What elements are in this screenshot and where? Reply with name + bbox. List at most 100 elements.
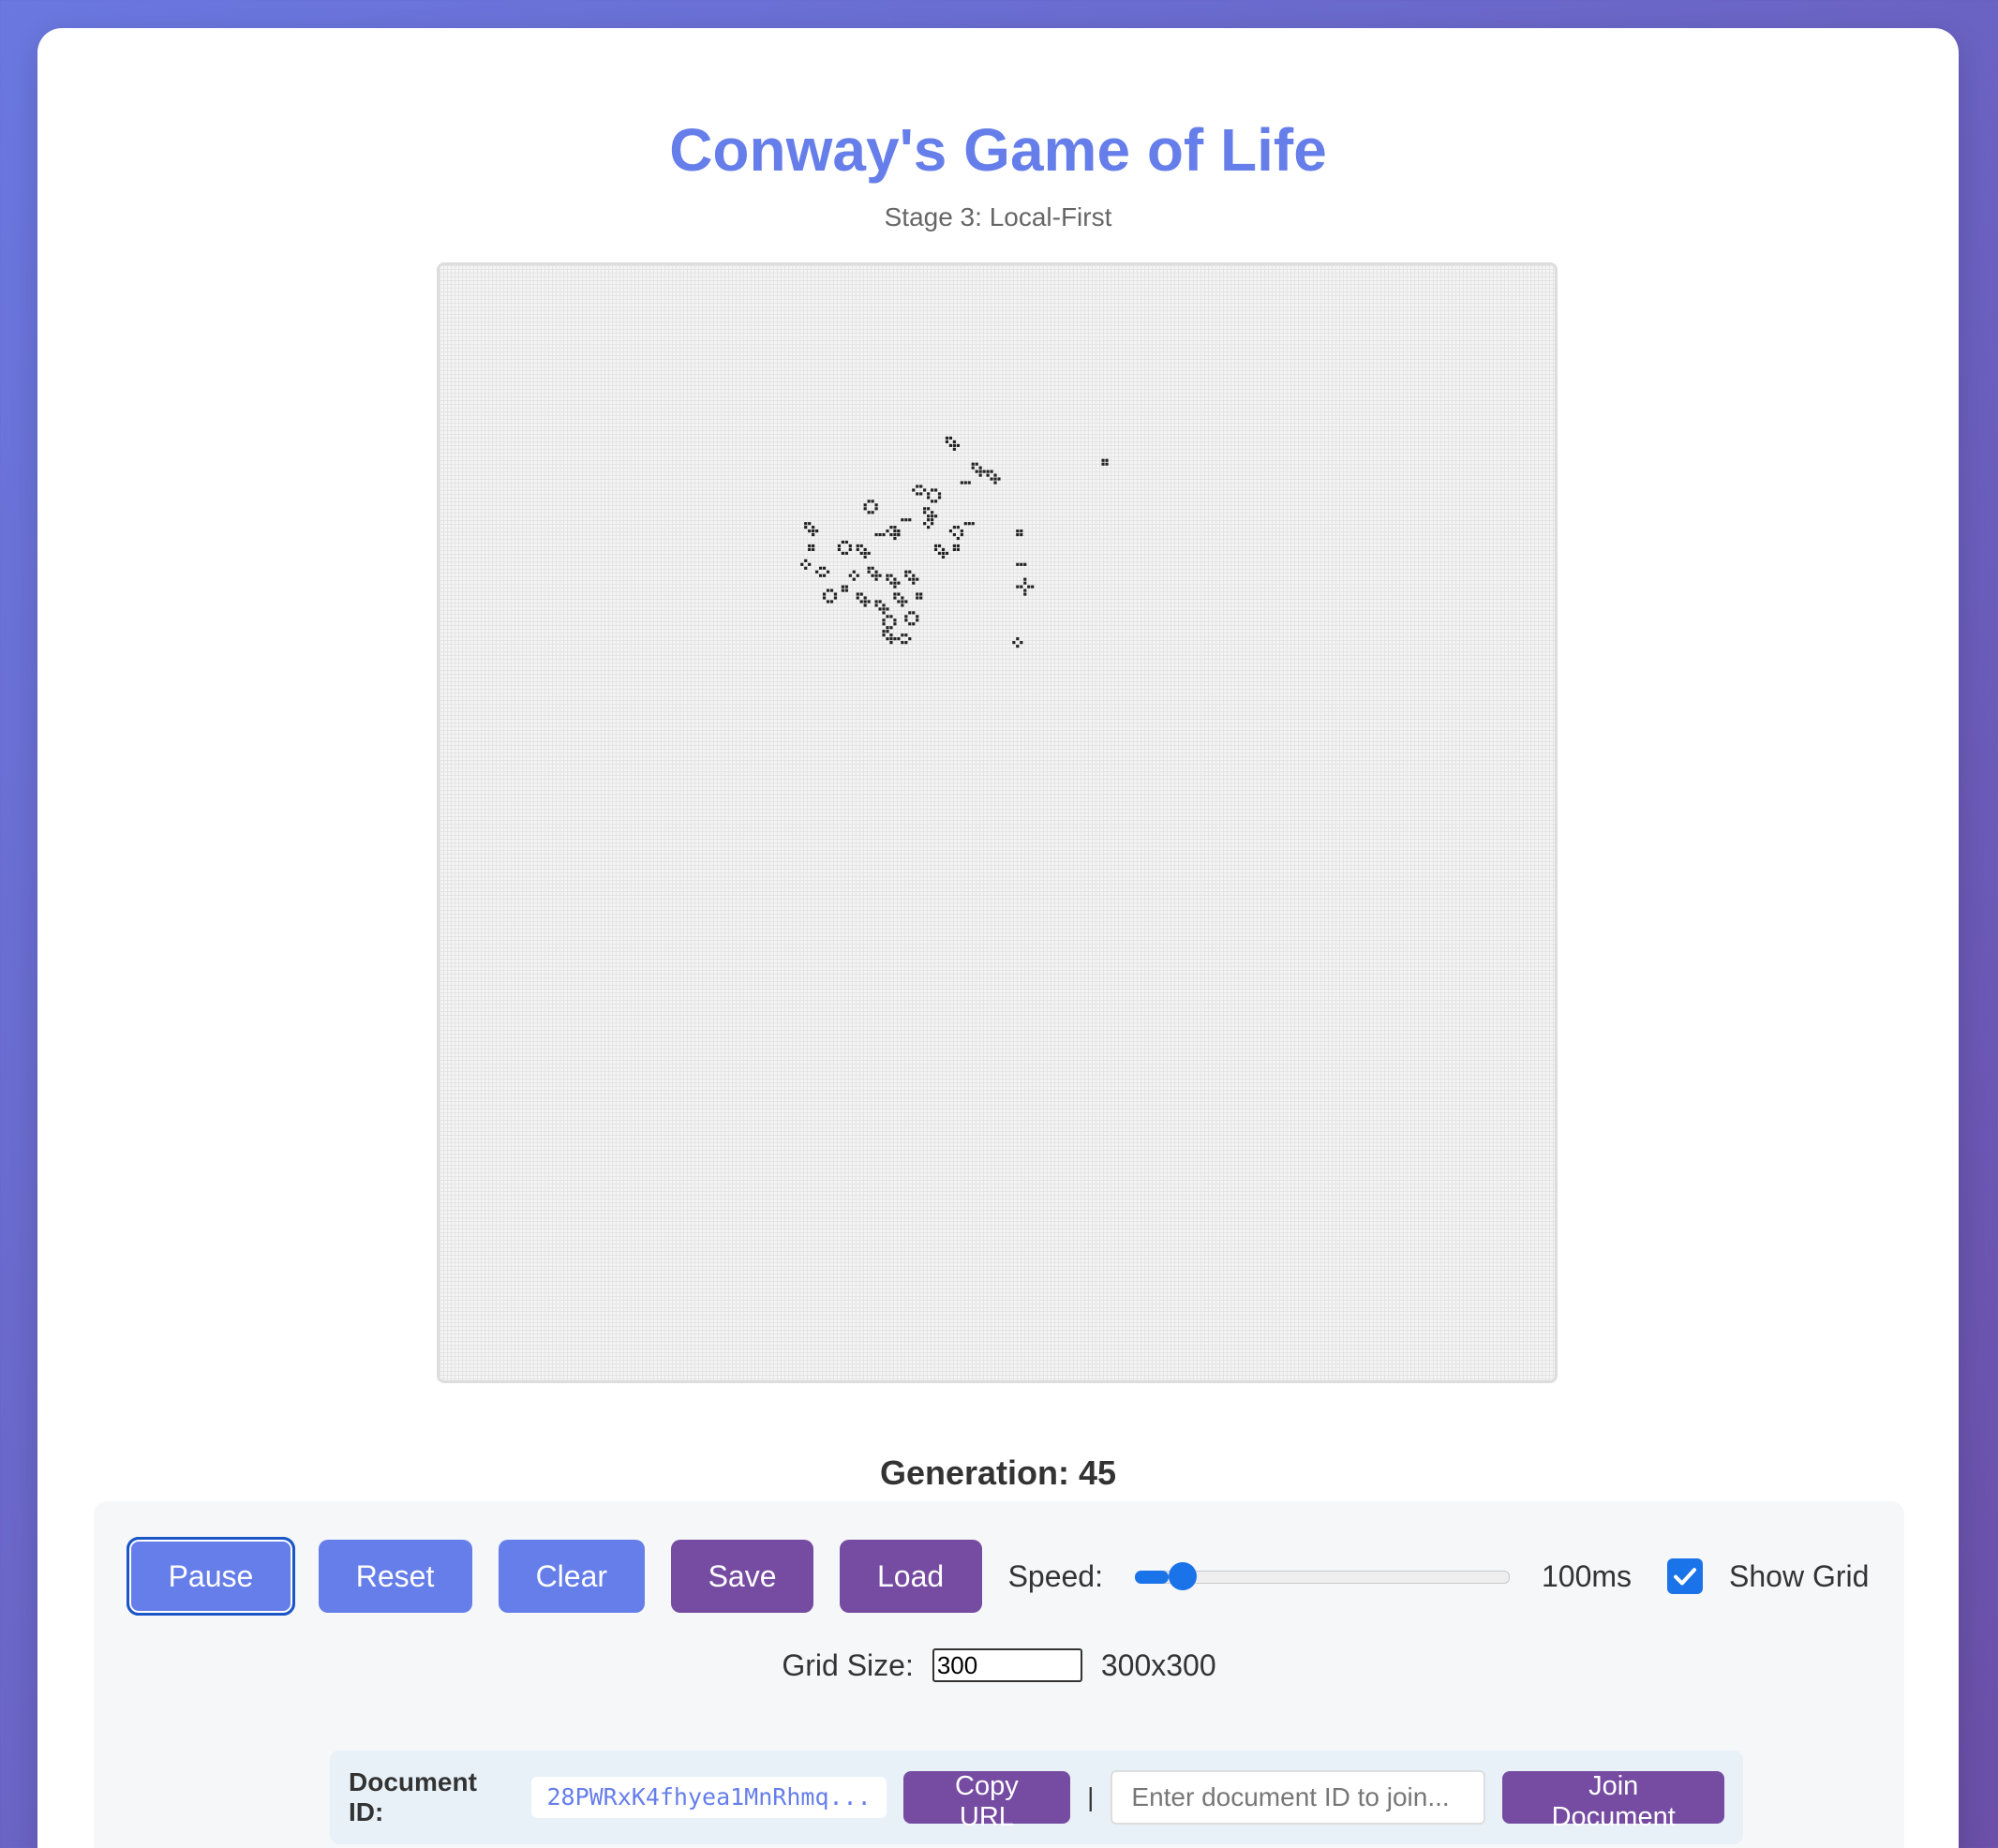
- live-cell[interactable]: [916, 592, 919, 596]
- live-cell[interactable]: [908, 577, 912, 581]
- live-cell[interactable]: [889, 526, 893, 529]
- clear-button[interactable]: Clear: [498, 1540, 645, 1613]
- live-cell[interactable]: [878, 574, 882, 577]
- live-cell[interactable]: [863, 507, 867, 511]
- live-cell[interactable]: [867, 570, 871, 574]
- live-cell[interactable]: [893, 585, 897, 589]
- live-cell[interactable]: [871, 499, 874, 503]
- live-cell[interactable]: [837, 544, 842, 548]
- live-cell[interactable]: [889, 574, 893, 577]
- join-document-button[interactable]: Join Document: [1502, 1771, 1725, 1832]
- join-document-input[interactable]: [1111, 1770, 1486, 1825]
- save-button[interactable]: Save: [670, 1540, 813, 1613]
- live-cell[interactable]: [960, 529, 963, 533]
- live-cell[interactable]: [927, 526, 931, 529]
- live-cell[interactable]: [952, 526, 956, 529]
- live-cell[interactable]: [886, 615, 889, 618]
- live-cell[interactable]: [889, 581, 893, 585]
- live-cell[interactable]: [1016, 585, 1020, 589]
- live-cell[interactable]: [1020, 532, 1023, 537]
- live-cell[interactable]: [893, 529, 897, 533]
- live-cell[interactable]: [933, 514, 938, 518]
- live-cell[interactable]: [916, 484, 919, 488]
- live-cell[interactable]: [863, 503, 867, 507]
- live-cell[interactable]: [960, 532, 963, 537]
- live-cell[interactable]: [812, 526, 815, 529]
- live-cell[interactable]: [927, 514, 931, 518]
- live-cell[interactable]: [882, 607, 886, 611]
- live-cell[interactable]: [856, 544, 859, 548]
- live-cell[interactable]: [886, 630, 889, 633]
- live-cell[interactable]: [919, 484, 923, 488]
- live-cell[interactable]: [859, 600, 863, 604]
- live-cell[interactable]: [960, 481, 963, 484]
- live-cell[interactable]: [833, 592, 838, 596]
- live-cell[interactable]: [844, 540, 848, 544]
- live-cell[interactable]: [804, 559, 808, 562]
- live-cell[interactable]: [800, 562, 804, 566]
- live-cell[interactable]: [1031, 585, 1035, 589]
- live-cell[interactable]: [808, 562, 812, 566]
- live-cell[interactable]: [927, 492, 931, 496]
- live-cell[interactable]: [848, 547, 852, 552]
- live-cell[interactable]: [893, 536, 897, 541]
- live-cell[interactable]: [822, 596, 827, 600]
- live-cell[interactable]: [993, 481, 997, 484]
- live-cell[interactable]: [841, 540, 844, 544]
- live-cell[interactable]: [971, 466, 975, 469]
- live-cell[interactable]: [941, 547, 946, 552]
- live-cell[interactable]: [1012, 641, 1016, 645]
- live-cell[interactable]: [893, 637, 897, 641]
- live-cell[interactable]: [1105, 458, 1109, 462]
- live-cell[interactable]: [923, 522, 927, 526]
- live-cell[interactable]: [916, 615, 919, 618]
- live-cell[interactable]: [859, 544, 863, 548]
- live-cell[interactable]: [871, 574, 874, 577]
- live-cell[interactable]: [829, 600, 834, 604]
- live-cell[interactable]: [1101, 458, 1105, 462]
- live-cell[interactable]: [867, 511, 871, 514]
- live-cell[interactable]: [937, 544, 942, 548]
- live-cell[interactable]: [916, 492, 919, 496]
- live-cell[interactable]: [904, 618, 908, 622]
- live-cell[interactable]: [927, 507, 931, 511]
- live-cell[interactable]: [812, 544, 815, 548]
- live-cell[interactable]: [930, 511, 934, 514]
- live-cell[interactable]: [893, 622, 897, 626]
- live-cell[interactable]: [856, 547, 859, 552]
- live-cell[interactable]: [867, 566, 871, 570]
- live-cell[interactable]: [1023, 581, 1027, 585]
- live-cell[interactable]: [1023, 589, 1027, 592]
- live-cell[interactable]: [978, 473, 982, 477]
- live-cell[interactable]: [822, 574, 827, 577]
- live-cell[interactable]: [897, 637, 901, 641]
- live-cell[interactable]: [852, 570, 856, 574]
- live-cell[interactable]: [967, 522, 971, 526]
- live-cell[interactable]: [1016, 529, 1020, 533]
- live-cell[interactable]: [897, 532, 901, 537]
- live-cell[interactable]: [826, 600, 830, 604]
- live-cell[interactable]: [978, 469, 982, 473]
- live-cell[interactable]: [826, 589, 830, 592]
- live-cell[interactable]: [886, 626, 889, 630]
- live-cell[interactable]: [993, 477, 997, 481]
- live-cell[interactable]: [863, 547, 867, 552]
- live-cell[interactable]: [919, 492, 923, 496]
- live-cell[interactable]: [1020, 529, 1023, 533]
- live-cell[interactable]: [933, 547, 938, 552]
- live-cell[interactable]: [841, 585, 844, 589]
- live-cell[interactable]: [808, 544, 812, 548]
- live-cell[interactable]: [1016, 562, 1020, 566]
- live-cell[interactable]: [945, 551, 949, 556]
- live-cell[interactable]: [1020, 562, 1023, 566]
- live-cell[interactable]: [859, 551, 863, 556]
- live-cell[interactable]: [808, 522, 812, 526]
- live-cell[interactable]: [889, 532, 893, 537]
- live-cell[interactable]: [930, 499, 934, 503]
- live-cell[interactable]: [937, 551, 942, 556]
- live-cell[interactable]: [941, 555, 946, 559]
- live-cell[interactable]: [893, 618, 897, 622]
- live-cell[interactable]: [859, 592, 863, 596]
- live-cell[interactable]: [912, 581, 916, 585]
- live-cell[interactable]: [867, 600, 871, 604]
